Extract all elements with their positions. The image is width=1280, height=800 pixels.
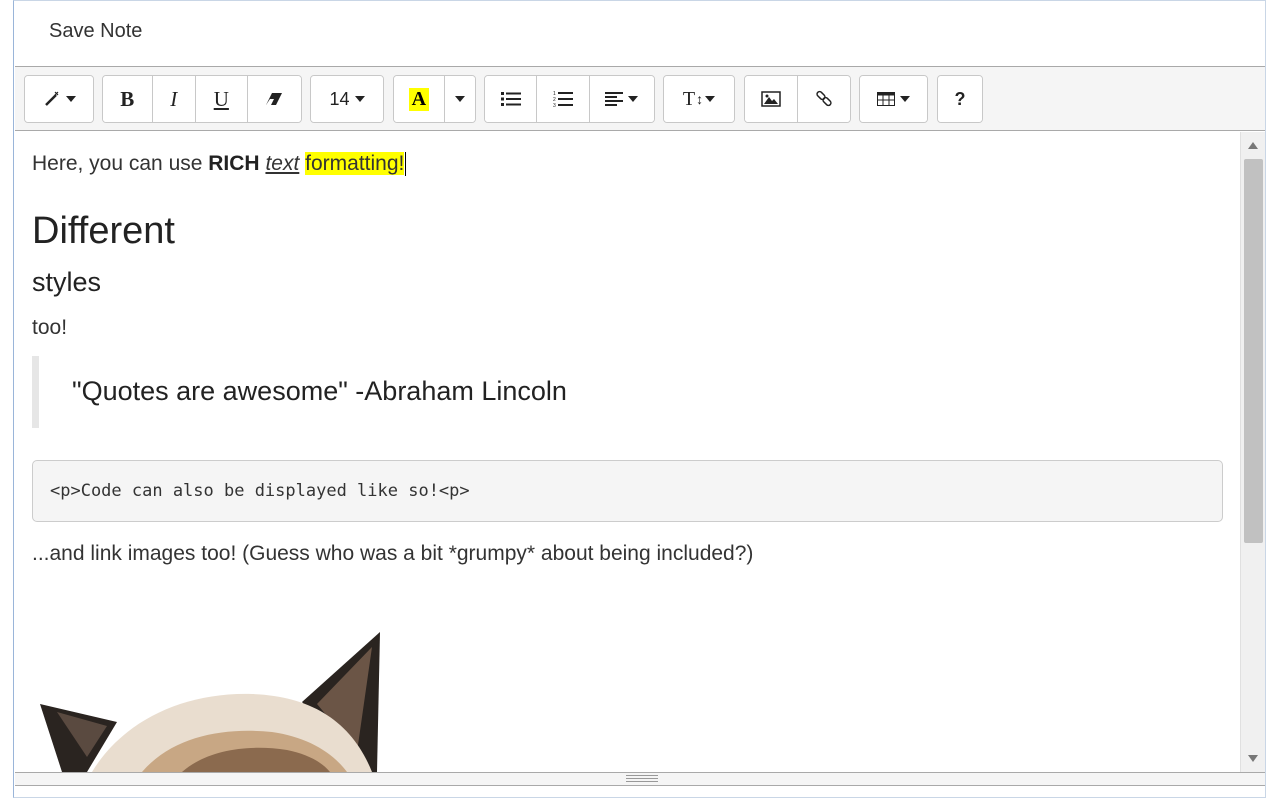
font-size-dropdown[interactable]: 14	[311, 76, 383, 122]
italic-button[interactable]: I	[152, 76, 197, 122]
too-paragraph: too!	[32, 316, 68, 339]
table-group	[859, 75, 928, 123]
bold-button[interactable]: B	[103, 76, 153, 122]
editor-content[interactable]: Here, you can use RICH text formatting! …	[15, 132, 1239, 772]
eraser-icon	[266, 93, 283, 105]
magic-wand-icon	[44, 91, 58, 106]
chevron-down-icon	[900, 96, 910, 102]
intro-paragraph: Here, you can use RICH text formatting!	[32, 152, 407, 177]
font-size-group: 14	[310, 75, 384, 123]
font-size-value: 14	[329, 88, 350, 109]
insert-group	[744, 75, 851, 123]
save-note-button[interactable]: Save Note	[49, 20, 142, 43]
ordered-list-icon: 1 2 3	[553, 91, 574, 108]
line-height-group: T ↕	[663, 75, 735, 123]
table-icon	[877, 92, 895, 106]
rich-bold-text: RICH	[208, 152, 260, 175]
image-icon	[761, 91, 781, 107]
style-group	[24, 75, 94, 123]
code-block: <p>Code can also be displayed like so!<p…	[32, 460, 1223, 522]
chevron-down-icon	[65, 96, 76, 102]
vertical-scrollbar[interactable]	[1240, 132, 1265, 772]
ordered-list-button[interactable]: 1 2 3	[537, 76, 590, 122]
svg-text:3: 3	[553, 103, 556, 108]
code-text: <p>Code can also be displayed like so!<p…	[50, 481, 470, 501]
up-down-arrow-icon: ↕	[696, 91, 704, 107]
color-dropdown-button[interactable]	[444, 76, 475, 122]
clear-format-button[interactable]	[247, 76, 301, 122]
link-icon	[816, 90, 832, 107]
heading-different: Different	[32, 210, 175, 252]
line-height-dropdown[interactable]: T ↕	[664, 76, 734, 122]
italic-underline-text: text	[265, 152, 300, 175]
insert-image-button[interactable]	[745, 76, 798, 122]
scroll-up-arrow-icon[interactable]	[1248, 142, 1258, 149]
resize-statusbar[interactable]	[15, 772, 1265, 786]
text-color-button[interactable]: A	[394, 76, 445, 122]
chevron-down-icon	[705, 96, 716, 102]
help-button[interactable]: ?	[938, 76, 982, 122]
paragraph-group: 1 2 3	[484, 75, 655, 123]
help-group: ?	[937, 75, 983, 123]
heading-styles: styles	[32, 267, 102, 297]
editor-toolbar: B I U 14 A 1 2 3 T ↕ ?	[15, 66, 1265, 131]
insert-table-dropdown[interactable]	[860, 76, 927, 122]
color-group: A	[393, 75, 476, 123]
align-icon	[605, 92, 624, 106]
quote-text: "Quotes are awesome" -Abraham Lincoln	[72, 376, 567, 406]
text-cursor	[405, 152, 407, 177]
font-color-icon: A	[408, 87, 430, 111]
insert-link-button[interactable]	[798, 76, 850, 122]
cat-image-svg	[40, 632, 380, 772]
image-paragraph: ...and link images too! (Guess who was a…	[32, 542, 754, 565]
underline-button[interactable]: U	[196, 76, 248, 122]
blockquote: "Quotes are awesome" -Abraham Lincoln	[32, 356, 1222, 428]
unordered-list-icon	[500, 92, 521, 106]
chevron-down-icon	[628, 96, 639, 102]
resize-grip-icon[interactable]	[626, 775, 658, 783]
highlighted-text: formatting!	[305, 152, 405, 175]
scroll-thumb[interactable]	[1244, 159, 1263, 543]
style-dropdown-button[interactable]	[25, 76, 93, 122]
intro-text: Here, you can use	[32, 152, 209, 175]
chevron-down-icon	[354, 96, 365, 102]
scroll-down-arrow-icon[interactable]	[1248, 755, 1258, 762]
unordered-list-button[interactable]	[485, 76, 538, 122]
font-style-group: B I U	[102, 75, 302, 123]
line-height-icon: T	[682, 87, 696, 110]
chevron-down-icon	[454, 96, 465, 102]
align-dropdown-button[interactable]	[589, 76, 654, 122]
grumpy-cat-image[interactable]	[32, 632, 392, 772]
